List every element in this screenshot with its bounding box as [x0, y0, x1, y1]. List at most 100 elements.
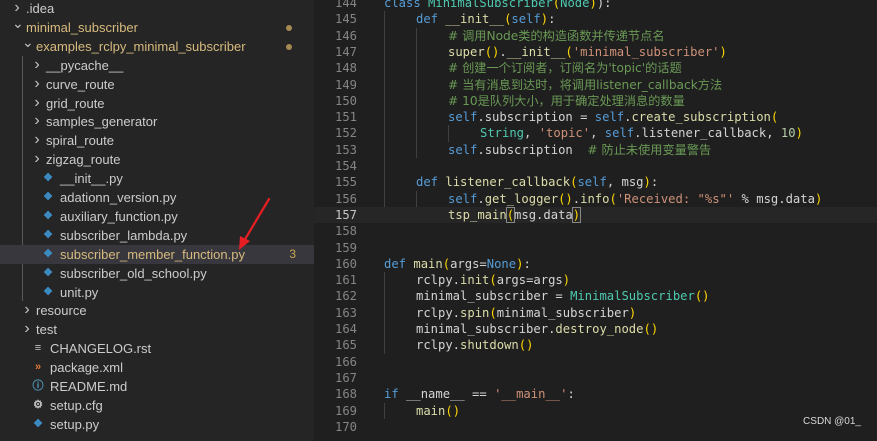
code-token: ): [596, 0, 612, 10]
code-line[interactable]: 156 self.get_logger().info('Received: "%s… [314, 191, 877, 207]
code-token: : [523, 256, 531, 271]
code-line[interactable]: 160 def main(args=None): [314, 256, 877, 272]
tree-item-label: resource [36, 303, 87, 319]
tree-folder[interactable]: ⌄ examples_rclpy_minimal_subscriber [0, 34, 314, 56]
tree-file[interactable]: ⓘ README.md [0, 377, 314, 396]
tree-folder[interactable]: ⌄ minimal_subscriber [0, 15, 314, 37]
tree-file[interactable]: ❖ adationn_version.py [0, 188, 314, 207]
code-line[interactable]: 164 minimal_subscriber.destroy_node() [314, 321, 877, 337]
tree-folder[interactable]: › zigzag_route [0, 150, 314, 169]
chevron-right-icon[interactable]: › [32, 111, 42, 130]
code-token: # 防止未使用变量警告 [587, 142, 712, 157]
code-line[interactable]: 161 rclpy.init(args=args) [314, 272, 877, 288]
tree-file[interactable]: ❖ __init__.py [0, 169, 314, 188]
line-number: 165 [334, 338, 357, 353]
chevron-down-icon[interactable]: ⌄ [12, 14, 24, 33]
tree-folder[interactable]: › curve_route [0, 75, 314, 94]
watermark: CSDN @01_ [803, 416, 861, 427]
gear-icon: ⚙ [33, 398, 43, 411]
code-line[interactable]: 155 def listener_callback(self, msg): [314, 174, 877, 190]
tree-folder[interactable]: › test [0, 320, 314, 339]
tree-item-label: spiral_route [46, 133, 114, 149]
code-token: shutdown [460, 338, 519, 353]
code-line[interactable]: 154 [314, 158, 877, 174]
code-token: .subscription = [477, 110, 595, 125]
tree-folder[interactable]: › samples_generator [0, 112, 314, 131]
tree-folder[interactable]: › .idea [0, 0, 314, 18]
chevron-right-icon[interactable]: › [32, 130, 42, 149]
chevron-right-icon[interactable]: › [32, 149, 42, 168]
code-line[interactable]: 144 class MinimalSubscriber(Node)): [314, 0, 877, 11]
code-token: () [518, 338, 534, 353]
code-text: # 调用Node类的构造函数并传递节点名 [448, 28, 665, 44]
code-line[interactable]: 159 [314, 240, 877, 256]
code-line[interactable]: 157 tsp_main(msg.data) [314, 206, 877, 223]
code-token: ) [628, 305, 637, 320]
code-token: : [567, 387, 575, 402]
code-line[interactable]: 169 main() [314, 403, 877, 419]
code-line[interactable]: 162 minimal_subscriber = MinimalSubscribe… [314, 288, 877, 304]
tree-file[interactable]: ❖ subscriber_member_function.py 3 [0, 244, 314, 264]
code-text: rclpy.spin(minimal_subscriber) [416, 305, 636, 321]
chevron-right-icon[interactable]: › [32, 74, 42, 93]
code-line[interactable]: 158 [314, 223, 877, 239]
chevron-right-icon[interactable]: › [22, 300, 32, 319]
tree-folder[interactable]: › grid_route [0, 94, 314, 113]
chevron-right-icon[interactable]: › [22, 319, 32, 338]
line-number: 153 [334, 142, 357, 157]
tree-item-label: minimal_subscriber [26, 19, 138, 35]
code-line[interactable]: 153 self.subscription # 防止未使用变量警告 [314, 142, 877, 158]
code-token: ( [489, 305, 497, 320]
code-token: ( [565, 44, 573, 59]
code-token: , [590, 126, 605, 141]
code-text: # 当有消息到达时，将调用listener_callback方法 [448, 77, 722, 93]
code-editor[interactable]: 144 class MinimalSubscriber(Node)): 145 def… [314, 0, 877, 441]
code-line[interactable]: 146 # 调用Node类的构造函数并传递节点名 [314, 28, 877, 44]
code-line[interactable]: 166 [314, 354, 877, 370]
code-line[interactable]: 145 def __init__(self): [314, 11, 877, 27]
code-text: class MinimalSubscriber(Node)): [384, 0, 612, 11]
code-line[interactable]: 147 super().__init__('minimal_subscriber'… [314, 44, 877, 60]
code-token: msg.data [514, 207, 573, 222]
code-token: rclpy. [416, 338, 461, 353]
tree-item-label: adationn_version.py [60, 190, 177, 205]
code-line[interactable]: 150 # 10是队列大小，用于确定处理消息的数量 [314, 93, 877, 109]
tree-file[interactable]: ≡ CHANGELOG.rst [0, 339, 314, 358]
tree-item-label: curve_route [46, 76, 115, 92]
tree-file[interactable]: ❖ setup.py [0, 415, 314, 434]
code-line[interactable]: 165 rclpy.shutdown() [314, 337, 877, 353]
tree-folder[interactable]: › spiral_route [0, 131, 314, 150]
code-token: () [694, 289, 710, 304]
chevron-right-icon[interactable]: › [32, 55, 42, 74]
code-line[interactable]: 163 rclpy.spin(minimal_subscriber) [314, 305, 877, 321]
code-token: rclpy. [416, 273, 461, 288]
tree-file[interactable]: ❖ subscriber_old_school.py [0, 264, 314, 283]
tree-folder[interactable]: › __pycache__ [0, 56, 314, 75]
code-line[interactable]: 148 # 创建一个订阅者，订阅名为'topic'的话题 [314, 60, 877, 76]
code-text: self.get_logger().info('Received: "%s"' … [448, 191, 822, 207]
tree-item-label: examples_rclpy_minimal_subscriber [36, 38, 246, 54]
tree-item-label: unit.py [60, 284, 99, 300]
code-token: . [572, 191, 581, 206]
code-token: self [448, 191, 478, 206]
line-number: 164 [334, 322, 357, 336]
tree-folder[interactable]: › resource [0, 301, 314, 320]
code-line[interactable]: 167 [314, 370, 877, 386]
tree-file[interactable]: ❖ unit.py [0, 283, 314, 302]
code-line[interactable]: 168 if __name__ == '__main__': [314, 386, 877, 402]
tree-file[interactable]: » package.xml [0, 358, 314, 377]
code-token: self [604, 126, 635, 141]
code-line[interactable]: 152 String, 'topic', self.listener_callba… [314, 125, 877, 141]
line-number: 169 [334, 403, 357, 418]
text-cursor [580, 208, 582, 223]
python-file-icon: ❖ [43, 191, 53, 203]
code-line[interactable]: 170 [314, 419, 877, 435]
tree-item-label: package.xml [50, 360, 123, 376]
code-line[interactable]: 149 # 当有消息到达时，将调用listener_callback方法 [314, 77, 877, 93]
chevron-right-icon[interactable]: › [32, 93, 42, 112]
tree-file[interactable]: ❖ auxiliary_function.py [0, 207, 314, 226]
code-line[interactable]: 151 self.subscription = self.create_subsc… [314, 109, 877, 125]
chevron-down-icon[interactable]: ⌄ [22, 33, 34, 52]
tree-file[interactable]: ❖ subscriber_lambda.py [0, 226, 314, 245]
tree-file[interactable]: ⚙ setup.cfg [0, 396, 314, 415]
